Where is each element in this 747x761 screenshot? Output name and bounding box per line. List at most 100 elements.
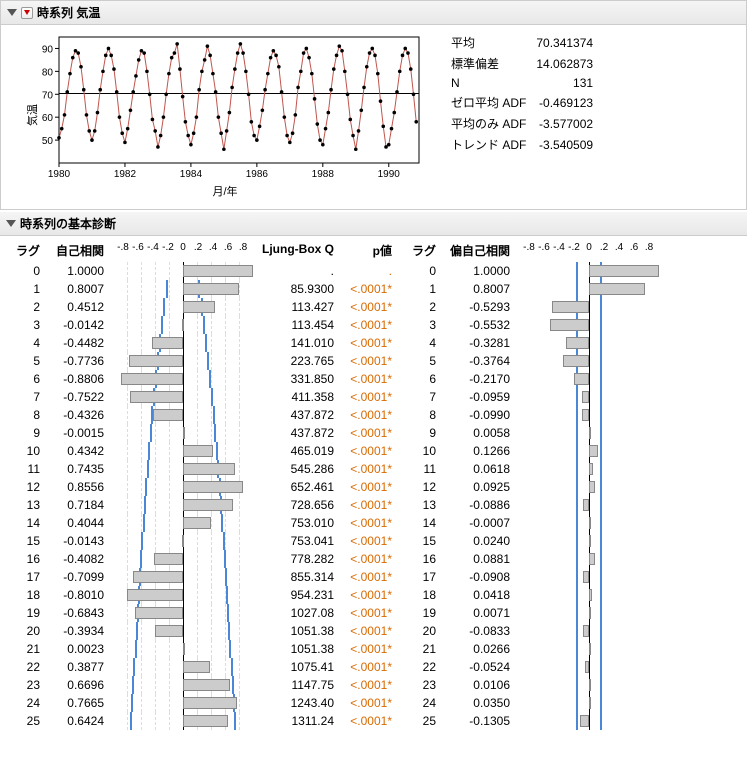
pacf-bar-cell (514, 406, 664, 424)
col-header-acf-chart: -.8-.6-.4-.20.2.4.6.8 (108, 242, 258, 259)
correlation-bar (108, 622, 258, 640)
diag-row: 19-0.68431027.08<.0001*190.0071 (10, 604, 737, 622)
col-header-pacf: 偏自己相関 (442, 242, 514, 259)
acf-cell: -0.7736 (46, 352, 108, 370)
diagnostics-header[interactable]: 時系列の基本診断 (0, 212, 747, 236)
pacf-cell: 0.0106 (442, 676, 514, 694)
acf-bar-cell (108, 622, 258, 640)
correlation-bar (108, 568, 258, 586)
acf-bar-cell (108, 514, 258, 532)
ljungbox-cell: 437.872 (258, 406, 338, 424)
pvalue-cell: <.0001* (338, 694, 396, 712)
diag-row: 220.38771075.41<.0001*22-0.0524 (10, 658, 737, 676)
svg-text:70: 70 (42, 90, 54, 101)
lag-cell: 11 (10, 460, 46, 478)
pacf-bar-cell (514, 712, 664, 730)
pvalue-cell: <.0001* (338, 532, 396, 550)
pacf-cell: -0.0886 (442, 496, 514, 514)
pacf-cell: 0.0350 (442, 694, 514, 712)
acf-bar-cell (108, 676, 258, 694)
stats-label: ゼロ平均 ADF (451, 93, 534, 112)
acf-bar-cell (108, 712, 258, 730)
correlation-bar (108, 532, 258, 550)
stats-value: -3.540509 (536, 135, 601, 154)
correlation-bar (108, 334, 258, 352)
acf-cell: 0.4044 (46, 514, 108, 532)
stats-row: N131 (451, 75, 601, 91)
pacf-bar-cell (514, 532, 664, 550)
pacf-bar-cell (514, 694, 664, 712)
svg-text:1988: 1988 (312, 169, 335, 180)
acf-cell: -0.4326 (46, 406, 108, 424)
correlation-bar (514, 658, 664, 676)
lag-cell: 6 (10, 370, 46, 388)
diag-row: 240.76651243.40<.0001*240.0350 (10, 694, 737, 712)
ljungbox-cell: 113.454 (258, 316, 338, 334)
main-title: 時系列 気温 (37, 4, 100, 21)
correlation-bar (108, 262, 258, 280)
disclosure-icon[interactable] (7, 9, 17, 16)
pvalue-cell: <.0001* (338, 334, 396, 352)
axis-tick: -.6 (538, 242, 550, 253)
lag-cell: 5 (10, 352, 46, 370)
correlation-bar (514, 694, 664, 712)
correlation-bar (108, 496, 258, 514)
pacf-cell: -0.0990 (442, 406, 514, 424)
main-section-header[interactable]: 時系列 気温 (1, 1, 746, 25)
main-section: 時系列 気温 気温 506070809019801982198419861988… (0, 0, 747, 210)
acf-cell: 0.0023 (46, 640, 108, 658)
pacf-cell: -0.0833 (442, 622, 514, 640)
lag-cell: 20 (10, 622, 46, 640)
lag-cell: 10 (10, 442, 46, 460)
correlation-bar (108, 406, 258, 424)
pacf-bar-cell (514, 622, 664, 640)
pacf-cell: 0.0266 (442, 640, 514, 658)
pacf-bar-cell (514, 388, 664, 406)
lag-cell: 0 (10, 262, 46, 280)
disclosure-icon[interactable] (6, 220, 16, 227)
acf-bar-cell (108, 316, 258, 334)
correlation-bar (514, 424, 664, 442)
diag-row: 10.800785.9300<.0001*10.8007 (10, 280, 737, 298)
pacf-cell: 0.1266 (442, 442, 514, 460)
correlation-bar (108, 460, 258, 478)
acf-cell: -0.0015 (46, 424, 108, 442)
pacf-bar-cell (514, 550, 664, 568)
correlation-bar (514, 514, 664, 532)
pacf-bar-cell (514, 460, 664, 478)
red-triangle-menu[interactable] (21, 7, 33, 19)
acf-bar-cell (108, 406, 258, 424)
lag2-cell: 2 (406, 298, 442, 316)
pacf-cell: 0.0240 (442, 532, 514, 550)
lag-cell: 15 (10, 532, 46, 550)
diag-row: 20-0.39341051.38<.0001*20-0.0833 (10, 622, 737, 640)
correlation-bar (514, 316, 664, 334)
axis-tick: -.2 (162, 242, 174, 253)
correlation-bar (108, 712, 258, 730)
acf-bar-cell (108, 442, 258, 460)
ljungbox-cell: 113.427 (258, 298, 338, 316)
lag-cell: 7 (10, 388, 46, 406)
lag-cell: 23 (10, 676, 46, 694)
pacf-cell: 0.0058 (442, 424, 514, 442)
ljungbox-cell: 1311.24 (258, 712, 338, 730)
acf-cell: 0.6696 (46, 676, 108, 694)
correlation-bar (108, 370, 258, 388)
diag-row: 210.00231051.38<.0001*210.0266 (10, 640, 737, 658)
pvalue-cell: <.0001* (338, 496, 396, 514)
pacf-cell: -0.5532 (442, 316, 514, 334)
acf-cell: 1.0000 (46, 262, 108, 280)
correlation-bar (108, 280, 258, 298)
axis-tick: -.2 (568, 242, 580, 253)
lag2-cell: 19 (406, 604, 442, 622)
stats-label: 平均のみ ADF (451, 114, 534, 133)
lag-cell: 9 (10, 424, 46, 442)
pacf-bar-cell (514, 658, 664, 676)
ljungbox-cell: 855.314 (258, 568, 338, 586)
pvalue-cell: <.0001* (338, 604, 396, 622)
svg-text:1986: 1986 (246, 169, 269, 180)
lag2-cell: 10 (406, 442, 442, 460)
stats-label: トレンド ADF (451, 135, 534, 154)
pacf-bar-cell (514, 424, 664, 442)
time-series-chart[interactable]: 気温 5060708090198019821984198619881990 月/… (25, 31, 425, 199)
